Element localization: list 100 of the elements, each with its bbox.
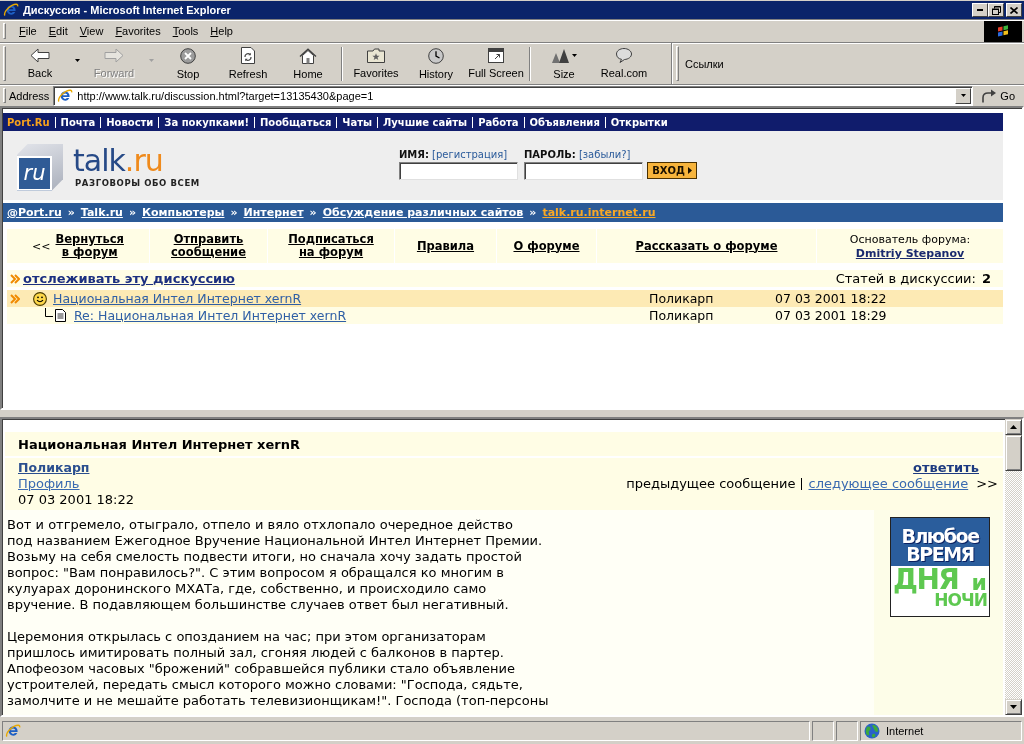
address-field[interactable]: http://www.talk.ru/discussion.html?target=13135430&page=1 [53, 85, 974, 106]
author-link[interactable]: Поликарп [18, 460, 135, 476]
forum-nav-link[interactable]: Подписаться на форум [288, 233, 374, 259]
links-label[interactable]: Ссылки [685, 57, 724, 70]
scrollbar[interactable] [1005, 419, 1022, 715]
password-field[interactable] [524, 162, 643, 180]
forgot-link[interactable]: [забыли?] [578, 149, 631, 160]
breadcrumb-separator: » [67, 206, 75, 219]
login-button[interactable]: ВХОД [647, 162, 697, 179]
breadcrumb-link[interactable]: Компьютеры [142, 206, 225, 219]
thread-date: 07 03 2001 18:29 [775, 308, 887, 323]
breadcrumb-link[interactable]: Talk.ru [80, 206, 123, 219]
toolbar-button[interactable]: History [406, 44, 466, 83]
thread-link[interactable]: Re: Национальная Интел Интернет xernR [74, 308, 347, 323]
window-icon [488, 48, 504, 63]
portal-link[interactable]: Почта [60, 116, 96, 128]
breadcrumb-link[interactable]: talk.ru.internet.ru [542, 206, 656, 219]
minimize-button[interactable] [972, 3, 988, 17]
smiley-icon [33, 291, 47, 306]
register-link[interactable]: [регистрация] [432, 149, 508, 160]
profile-link[interactable]: Профиль [18, 476, 135, 492]
menu-item[interactable]: File [13, 22, 43, 40]
house-icon [299, 47, 317, 64]
breadcrumb-separator: » [128, 206, 136, 219]
menu-item[interactable]: Favorites [109, 22, 167, 40]
back-prefix: << [32, 239, 51, 253]
scroll-thumb[interactable] [1005, 435, 1022, 471]
portal-link[interactable]: Чаты [342, 116, 372, 128]
portal-link[interactable]: Пообщаться [259, 116, 332, 128]
forum-nav-link[interactable]: Вернуться в форум [55, 233, 124, 259]
toolbar-button[interactable]: Full Screen [466, 44, 526, 83]
close-button[interactable] [1006, 3, 1022, 17]
portal-home-link[interactable]: Port.Ru [7, 116, 50, 128]
go-button[interactable]: Go [978, 85, 1019, 106]
portal-link[interactable]: Лучшие сайты [383, 116, 468, 128]
toolbar-button[interactable]: Favorites [346, 44, 406, 83]
logo-badge: ru [17, 143, 63, 191]
menu-item[interactable]: Edit [42, 22, 74, 40]
forum-nav-link[interactable]: Рассказать о форуме [635, 239, 778, 253]
restore-icon [991, 5, 1001, 15]
menu-item[interactable]: Help [204, 22, 239, 40]
scroll-up-button[interactable] [1005, 419, 1022, 435]
portal-link[interactable]: Объявления [529, 116, 600, 128]
address-label: Address [9, 89, 50, 102]
message-nav-text: предыдущее сообщение [626, 476, 796, 492]
menu-item[interactable]: Tools [166, 22, 205, 40]
close-icon [1010, 6, 1018, 14]
status-pane [836, 721, 858, 741]
e-logo-icon [3, 2, 19, 18]
message-nav-link[interactable]: следующее сообщение [808, 476, 969, 492]
forum-nav-link[interactable]: О форуме [513, 239, 580, 253]
founder-link[interactable]: Dmitriy Stepanov [855, 246, 965, 260]
founder-label: Основатель форума: [849, 232, 971, 246]
forum-nav-link[interactable]: Отправить сообщение [171, 233, 246, 259]
portal-link[interactable]: За покупками! [164, 116, 249, 128]
ad-banner[interactable]: Влюбое ВРЕМЯ ДНЯ и НОЧИ [890, 517, 990, 617]
portal-link[interactable]: Открытки [610, 116, 668, 128]
portal-link[interactable]: Новости [106, 116, 154, 128]
reply-link[interactable]: ответить [913, 460, 979, 476]
tree-branch-icon [45, 308, 53, 317]
toolbar-button[interactable]: Back [10, 44, 70, 83]
e-logo-icon [5, 723, 21, 739]
globe-icon [864, 723, 880, 739]
forum-nav-link[interactable]: Правила [416, 239, 475, 253]
star-folder-icon [367, 48, 385, 63]
thread-author: Поликарп [649, 291, 715, 306]
minimize-icon [977, 9, 983, 11]
logo-wordmark: talk.ru [73, 146, 164, 175]
message-paragraph: Церемония открылась с опозданием на час; при этом организаторам пришлось имитировать полный зал, сгоняя людей с балконов в партер. Апофеозом часовых "брожений" собравшейся публики стало объявление устроителей, передать смысл которого можно словами: "Господа, сядьте, замолчите и не мешайте работать телевизионщикам!". Господа (топ-персоны [7, 629, 550, 709]
breadcrumb-link[interactable]: @Port.ru [7, 206, 62, 219]
menu-item[interactable]: View [73, 22, 110, 40]
caret-icon [74, 59, 80, 62]
article-count: 2 [981, 271, 991, 286]
thread-link[interactable]: Национальная Интел Интернет xernR [53, 291, 302, 306]
breadcrumb-separator: » [529, 206, 537, 219]
down-triangle-icon [1010, 705, 1017, 709]
toolbar-button[interactable]: Real.com [594, 44, 654, 83]
restore-button[interactable] [988, 3, 1004, 17]
message-title: Национальная Интел Интернет xernR [18, 436, 300, 452]
breadcrumb-link[interactable]: Интернет [243, 206, 304, 219]
breadcrumb-separator: » [230, 206, 238, 219]
portal-link[interactable]: Работа [478, 116, 519, 128]
dropdown-button[interactable] [955, 87, 972, 104]
password-label: ПАРОЛЬ: [524, 149, 576, 160]
status-pane [812, 721, 834, 741]
speech-bubble-icon [616, 48, 632, 63]
track-discussion-link[interactable]: отслеживать эту дискуссию [23, 271, 235, 286]
toolbar-button[interactable]: Home [278, 44, 338, 83]
toolbar-button[interactable]: Refresh [218, 44, 278, 83]
triangles-icon [551, 47, 569, 64]
zone-label: Internet [886, 725, 924, 737]
caret-icon [148, 59, 154, 62]
toolbar-button[interactable]: Size [534, 44, 594, 83]
logo-tagline: РАЗГОВОРЫ ОБО ВСЕМ [75, 177, 200, 188]
breadcrumb-link[interactable]: Обсуждение различных сайтов [322, 206, 524, 219]
next-arrows-text: >> [976, 476, 998, 492]
toolbar-button[interactable]: Stop [158, 44, 218, 83]
triangle-icon [687, 167, 692, 174]
username-field[interactable] [399, 162, 518, 180]
scroll-down-button[interactable] [1005, 699, 1022, 715]
